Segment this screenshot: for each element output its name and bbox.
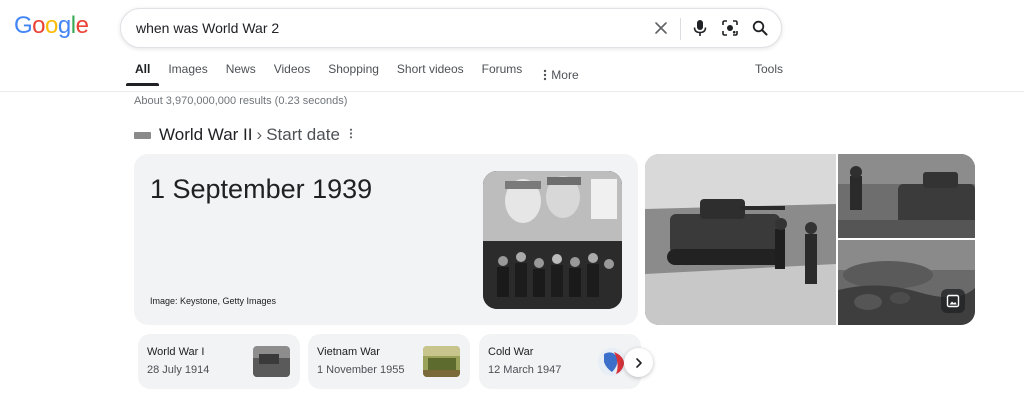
answer-card: 1 September 1939 Image: Keystone, Getty … [134, 154, 638, 325]
tab-more[interactable]: More [531, 54, 587, 88]
logo-letter: g [57, 12, 71, 39]
tab-all[interactable]: All [126, 54, 160, 88]
related-chip-cold-war[interactable]: Cold War 12 March 1947 [479, 334, 641, 389]
chip-title: Vietnam War [317, 346, 380, 358]
attribute-label: Start date [266, 125, 340, 144]
related-chip-vietnam-war[interactable]: Vietnam War 1 November 1955 [308, 334, 470, 389]
search-input[interactable]: when was World War 2 [136, 20, 279, 36]
microphone-icon[interactable] [689, 17, 711, 39]
tab-forums[interactable]: Forums [473, 54, 532, 88]
tank-photo[interactable] [645, 154, 836, 325]
chip-date: 28 July 1914 [147, 364, 210, 376]
answer-photo[interactable] [483, 171, 622, 309]
search-icon[interactable] [749, 17, 771, 39]
result-stats: About 3,970,000,000 results (0.23 second… [134, 95, 348, 107]
search-box[interactable]: when was World War 2 [120, 8, 782, 48]
answer-date: 1 September 1939 [150, 174, 373, 204]
tab-shopping[interactable]: Shopping [319, 54, 388, 88]
logo-letter: o [32, 12, 46, 39]
tab-news[interactable]: News [217, 54, 265, 88]
chip-title: Cold War [488, 346, 534, 358]
logo-letter: o [45, 12, 58, 39]
knowledge-heading: World War II › Start date [134, 124, 353, 146]
image-grid [645, 154, 975, 325]
close-icon[interactable] [650, 17, 672, 39]
chip-thumbnail [253, 346, 290, 377]
vertical-dots-icon [544, 69, 547, 81]
tab-short-videos[interactable]: Short videos [388, 54, 473, 88]
search-tabs: All Images News Videos Shopping Short vi… [126, 54, 588, 88]
image-credit: Image: Keystone, Getty Images [150, 296, 277, 306]
chip-date: 12 March 1947 [488, 364, 562, 376]
tools-button[interactable]: Tools [755, 62, 783, 76]
tab-more-label: More [551, 68, 579, 82]
tab-images[interactable]: Images [159, 54, 216, 88]
trench-photo[interactable] [838, 240, 975, 325]
breadcrumb-separator: › [256, 125, 263, 144]
google-logo[interactable]: Google [14, 12, 89, 42]
entity-thumbnail [134, 131, 151, 139]
image-gallery-icon[interactable] [941, 289, 965, 313]
logo-letter: G [14, 12, 33, 39]
header-divider [0, 91, 1024, 92]
tab-videos[interactable]: Videos [265, 54, 319, 88]
chip-title: World War I [147, 346, 205, 358]
soldiers-photo[interactable] [838, 154, 975, 238]
camera-lens-icon[interactable] [719, 17, 741, 39]
chevron-right-icon[interactable] [624, 348, 653, 377]
logo-letter: e [75, 12, 89, 39]
related-chip-world-war-i[interactable]: World War I 28 July 1914 [138, 334, 300, 389]
entity-title[interactable]: World War II [159, 125, 253, 145]
search-divider [680, 18, 681, 40]
chip-thumbnail [423, 346, 460, 377]
chip-date: 1 November 1955 [317, 364, 405, 376]
more-options-icon[interactable] [349, 126, 353, 144]
